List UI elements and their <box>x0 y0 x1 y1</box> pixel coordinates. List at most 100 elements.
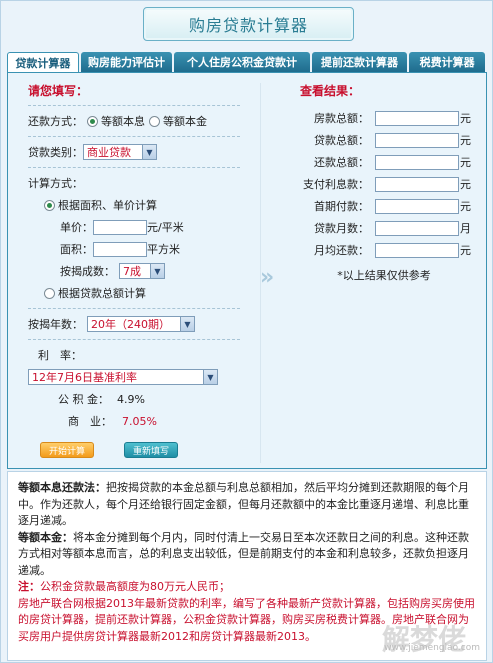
result-unit: 元 <box>460 244 471 257</box>
result-row: 贷款总额： 元 <box>294 129 474 151</box>
down-payment-value: 7成 <box>123 265 141 278</box>
years-row: 按揭年数： 20年（240期） ▼ <box>28 313 240 335</box>
chevron-down-icon: ▼ <box>142 145 156 159</box>
method-total-label: 根据贷款总额计算 <box>58 287 146 300</box>
divider <box>28 308 240 309</box>
method-area-radio[interactable] <box>44 199 55 211</box>
desc-note-title: 注： <box>18 580 40 593</box>
result-label: 还款总额： <box>314 156 369 169</box>
result-note: *以上结果仅供参考 <box>337 269 431 282</box>
result-field-house-total[interactable] <box>375 110 459 126</box>
tab-tax[interactable]: 税费计算器 <box>409 52 485 72</box>
result-unit: 元 <box>460 112 471 125</box>
commercial-rate-label: 商 业： <box>68 415 112 428</box>
repay-method-label: 还款方式： <box>28 115 83 128</box>
loan-type-select[interactable]: 商业贷款 ▼ <box>83 144 157 160</box>
desc-term-2: 等额本金： <box>18 530 73 544</box>
result-unit: 元 <box>460 134 471 147</box>
result-label: 支付利息款： <box>303 178 369 191</box>
result-field-monthly[interactable] <box>375 242 459 258</box>
chevron-down-icon: ▼ <box>180 317 194 331</box>
page-title: 购房贷款计算器 <box>188 16 308 35</box>
tab-prepayment[interactable]: 提前还款计算器 <box>311 52 408 72</box>
down-payment-label: 按揭成数： <box>60 265 115 278</box>
tab-affordability[interactable]: 购房能力评估计 <box>80 52 173 72</box>
result-field-months[interactable] <box>375 220 459 236</box>
result-label: 房款总额： <box>314 112 369 125</box>
result-row: 还款总额： 元 <box>294 151 474 173</box>
divider <box>28 339 240 340</box>
loan-type-row: 贷款类别： 商业贷款 ▼ <box>28 141 240 163</box>
repay-equal-installment-label: 等额本息 <box>101 115 145 128</box>
rate-label-row: 利 率： <box>28 344 240 366</box>
calc-method-label: 计算方式： <box>28 177 83 190</box>
result-row: 首期付款： 元 <box>294 195 474 217</box>
result-row: 贷款月数： 月 <box>294 217 474 239</box>
rate-label: 利 率： <box>38 349 82 362</box>
calculate-button[interactable]: 开始计算 <box>40 442 94 458</box>
reset-button[interactable]: 重新填写 <box>124 442 178 458</box>
input-section: 请您填写： 还款方式： 等额本息 等额本金 贷款类别： 商业贷款 ▼ 计算方式： <box>28 81 240 458</box>
unit-price-row: 单价： 元/平米 <box>28 216 240 238</box>
loan-type-label: 贷款类别： <box>28 146 83 159</box>
result-unit: 元 <box>460 200 471 213</box>
unit-price-input[interactable] <box>93 219 147 235</box>
down-payment-select[interactable]: 7成 ▼ <box>119 263 165 279</box>
area-unit: 平方米 <box>147 243 180 256</box>
method-total-radio[interactable] <box>44 287 55 299</box>
fund-rate-row: 公 积 金： 4.9% <box>28 388 240 410</box>
result-unit: 月 <box>460 222 471 235</box>
divider <box>28 105 240 106</box>
chevron-down-icon: ▼ <box>203 370 217 384</box>
divider <box>28 136 240 137</box>
repay-equal-principal-label: 等额本金 <box>163 115 207 128</box>
repay-equal-installment-radio[interactable] <box>87 115 98 127</box>
loan-type-value: 商业贷款 <box>87 146 131 159</box>
result-field-loan-total[interactable] <box>375 132 459 148</box>
result-section: 查看结果： 房款总额： 元 贷款总额： 元 还款总额： 元 支付利息款： 元 首… <box>294 81 474 283</box>
tab-provident-fund[interactable]: 个人住房公积金贷款计 <box>174 52 310 72</box>
tab-loan-calculator[interactable]: 贷款计算器 <box>7 52 79 72</box>
result-row: 房款总额： 元 <box>294 107 474 129</box>
area-label: 面积： <box>60 243 93 256</box>
commercial-rate-value: 7.05% <box>122 414 157 428</box>
fund-rate-label: 公 积 金： <box>58 393 109 406</box>
method-area-row: 根据面积、单价计算 <box>28 194 240 216</box>
years-select[interactable]: 20年（240期） ▼ <box>87 316 195 332</box>
fund-rate-value: 4.9% <box>117 392 145 406</box>
calculator-panel: 请您填写： 还款方式： 等额本息 等额本金 贷款类别： 商业贷款 ▼ 计算方式： <box>7 72 487 469</box>
years-value: 20年（240期） <box>91 318 170 331</box>
desc-paragraph-2: 等额本金：将本金分摊到每个月内，同时付清上一交易日至本次还款日之间的利息。这种还… <box>18 530 476 580</box>
result-label: 月均还款： <box>314 244 369 257</box>
action-buttons: 开始计算 重新填写 <box>28 442 240 458</box>
repay-equal-principal-radio[interactable] <box>149 115 160 127</box>
watermark-url: www.jiemenglao.com <box>384 642 480 653</box>
calculator-page: 购房贷款计算器 贷款计算器 购房能力评估计 个人住房公积金贷款计 提前还款计算器… <box>0 0 493 663</box>
repay-method-row: 还款方式： 等额本息 等额本金 <box>28 110 240 132</box>
result-heading: 查看结果： <box>300 84 361 98</box>
tab-bar: 贷款计算器 购房能力评估计 个人住房公积金贷款计 提前还款计算器 税费计算器 <box>7 52 487 72</box>
result-unit: 元 <box>460 156 471 169</box>
method-total-row: 根据贷款总额计算 <box>28 282 240 304</box>
rate-value: 12年7月6日基准利率 <box>32 371 137 384</box>
page-title-box: 购房贷款计算器 <box>143 7 354 41</box>
result-label: 首期付款： <box>314 200 369 213</box>
years-label: 按揭年数： <box>28 318 83 331</box>
method-area-label: 根据面积、单价计算 <box>58 199 157 212</box>
result-field-down-payment[interactable] <box>375 198 459 214</box>
result-unit: 元 <box>460 178 471 191</box>
description-box: 等额本息还款法：把按揭贷款的本金总额与利息总额相加，然后平均分摊到还款期限的每个… <box>7 471 487 661</box>
result-row: 月均还款： 元 <box>294 239 474 261</box>
result-label: 贷款总额： <box>314 134 369 147</box>
result-label: 贷款月数： <box>314 222 369 235</box>
rate-select[interactable]: 12年7月6日基准利率 ▼ <box>28 369 218 385</box>
area-input[interactable] <box>93 241 147 257</box>
result-field-repay-total[interactable] <box>375 154 459 170</box>
chevron-down-icon: ▼ <box>150 264 164 278</box>
double-chevron-right-icon: » <box>260 265 275 290</box>
calc-method-row: 计算方式： <box>28 172 240 194</box>
down-payment-row: 按揭成数： 7成 ▼ <box>28 260 240 282</box>
unit-price-unit: 元/平米 <box>147 221 184 234</box>
result-field-interest[interactable] <box>375 176 459 192</box>
area-row: 面积： 平方米 <box>28 238 240 260</box>
